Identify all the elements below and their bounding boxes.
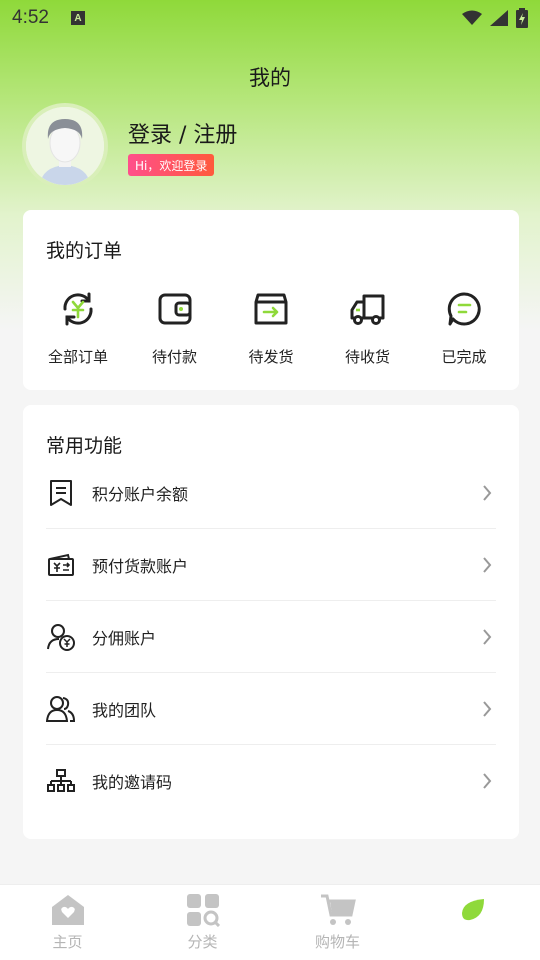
page-title: 我的 [249, 66, 291, 90]
cart-icon [319, 891, 357, 929]
wifi-icon [462, 10, 482, 25]
order-item-pending-shipment[interactable]: 待发货 [226, 288, 316, 367]
chevron-right-icon [482, 699, 496, 719]
yuan-refresh-icon [57, 288, 99, 330]
chevron-right-icon [482, 771, 496, 791]
tab-label: 购物车 [314, 933, 360, 951]
function-list: 积分账户余额 预付货款账户 分佣账户 我的团队 我的邀请码 [46, 457, 496, 817]
order-status-row: 全部订单 待付款 待发货 待收货 已完成 [23, 288, 519, 367]
order-label: 待收货 [344, 348, 390, 366]
order-item-completed[interactable]: 已完成 [419, 288, 509, 367]
order-item-pending-payment[interactable]: 待付款 [130, 288, 220, 367]
chevron-right-icon [482, 483, 496, 503]
orders-title: 我的订单 [46, 240, 123, 262]
function-label: 我的邀请码 [92, 773, 173, 792]
signal-icon [490, 10, 508, 26]
function-item-commission-account[interactable]: 分佣账户 [46, 601, 496, 673]
battery-icon [516, 8, 528, 28]
greeting-badge: Hi，欢迎登录 [128, 154, 215, 176]
tab-cart[interactable]: 购物车 [270, 885, 405, 960]
order-label: 待付款 [151, 348, 197, 366]
tab-label: 分类 [187, 933, 218, 951]
wallet-icon [154, 288, 196, 330]
org-chart-icon [46, 766, 76, 796]
function-item-prepaid-account[interactable]: 预付货款账户 [46, 529, 496, 601]
chevron-right-icon [482, 555, 496, 575]
team-icon [46, 694, 76, 724]
function-label: 我的团队 [92, 700, 157, 720]
function-item-invite-code[interactable]: 我的邀请码 [46, 745, 496, 817]
functions-title: 常用功能 [46, 435, 123, 457]
function-item-points-balance[interactable]: 积分账户余额 [46, 457, 496, 529]
status-bar: 4:52 A [0, 0, 540, 36]
chevron-right-icon [482, 627, 496, 647]
notification-icon: A [70, 11, 85, 25]
tab-mine[interactable] [405, 885, 540, 960]
common-functions-card: 常用功能 积分账户余额 预付货款账户 分佣账户 我的团队 我的邀请码 [23, 405, 519, 839]
tab-label: 主页 [52, 933, 83, 951]
order-item-all[interactable]: 全部订单 [33, 288, 123, 367]
order-label: 待发货 [248, 348, 294, 366]
tab-category[interactable]: 分类 [135, 885, 270, 960]
order-label: 全部订单 [47, 348, 108, 366]
category-icon [184, 891, 222, 929]
function-label: 预付货款账户 [92, 556, 189, 576]
user-yuan-icon [46, 622, 76, 652]
home-icon [49, 891, 87, 929]
truck-icon [347, 288, 389, 330]
avatar[interactable] [22, 103, 108, 189]
box-icon [250, 288, 292, 330]
order-item-pending-receipt[interactable]: 待收货 [323, 288, 413, 367]
receipt-icon [46, 478, 76, 508]
default-avatar-icon [26, 107, 104, 185]
function-item-my-team[interactable]: 我的团队 [46, 673, 496, 745]
order-label: 已完成 [441, 348, 487, 366]
function-label: 积分账户余额 [92, 484, 189, 504]
status-icons [462, 8, 528, 28]
tab-home[interactable]: 主页 [0, 885, 135, 960]
orders-card: 我的订单 全部订单 待付款 待发货 待收货 已完成 [23, 210, 519, 390]
leaf-icon [454, 891, 492, 929]
login-register-link[interactable]: 登录 / 注册 [128, 117, 237, 149]
card-transfer-icon [46, 550, 76, 580]
chat-bubble-icon [443, 288, 485, 330]
status-time: 4:52 [12, 7, 49, 28]
function-label: 分佣账户 [92, 628, 157, 648]
bottom-tab-bar: 主页 分类 购物车 [0, 884, 540, 960]
